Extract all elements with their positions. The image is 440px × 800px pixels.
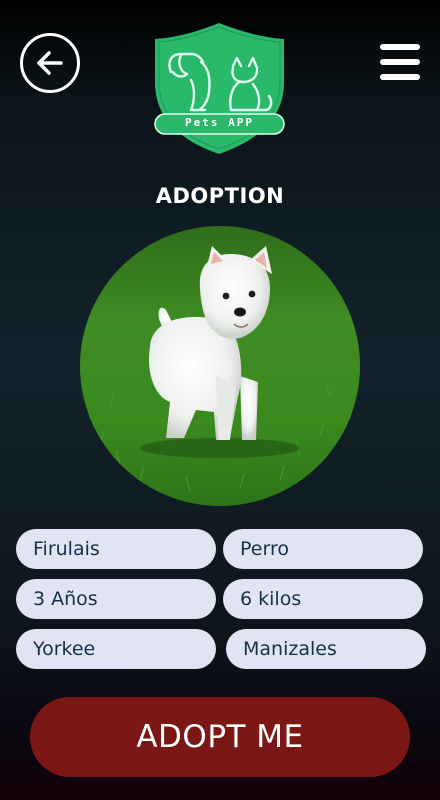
pet-photo bbox=[80, 226, 360, 506]
pet-species-field: Perro bbox=[223, 529, 423, 569]
pets-app-logo: Pets APP bbox=[153, 22, 286, 155]
back-button[interactable] bbox=[20, 33, 80, 93]
pet-name-field: Firulais bbox=[16, 529, 216, 569]
pet-city-field: Manizales bbox=[226, 629, 426, 669]
pet-weight-field: 6 kilos bbox=[223, 579, 423, 619]
arrow-left-icon bbox=[37, 51, 63, 75]
pet-breed-field: Yorkee bbox=[16, 629, 216, 669]
menu-button[interactable] bbox=[378, 42, 422, 82]
page-title: ADOPTION bbox=[155, 184, 285, 208]
pet-age-field: 3 Años bbox=[16, 579, 216, 619]
adopt-me-button[interactable]: ADOPT ME bbox=[30, 697, 410, 777]
logo-text: Pets APP bbox=[185, 116, 254, 129]
